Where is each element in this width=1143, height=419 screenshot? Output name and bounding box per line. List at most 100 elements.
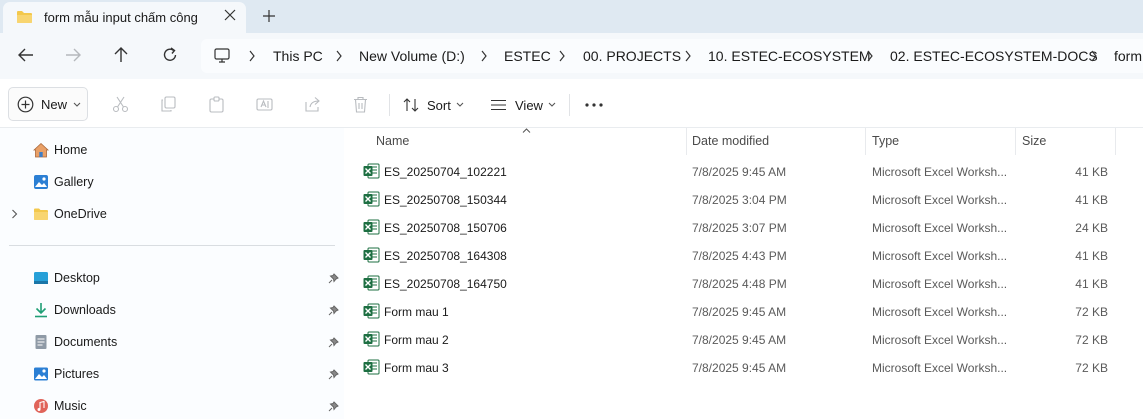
file-type: Microsoft Excel Worksh... [872, 193, 1008, 207]
column-header-type[interactable]: Type [872, 134, 899, 148]
chevron-down-icon [456, 102, 464, 107]
file-size: 41 KB [1075, 193, 1108, 207]
excel-file-icon [363, 191, 380, 207]
chevron-right-icon[interactable] [335, 50, 343, 62]
chevron-right-icon[interactable] [1090, 50, 1098, 62]
file-row[interactable]: Form mau 2 7/8/2025 9:45 AM Microsoft Ex… [344, 325, 1143, 353]
column-header-date-modified[interactable]: Date modified [692, 134, 769, 148]
back-arrow-icon[interactable] [17, 46, 35, 64]
close-tab-icon[interactable] [224, 9, 236, 21]
sidebar-item-desktop[interactable]: Desktop [0, 263, 344, 293]
file-name: ES_20250708_164308 [384, 249, 507, 263]
copy-icon[interactable] [160, 96, 177, 113]
excel-file-icon [363, 219, 380, 235]
file-row[interactable]: ES_20250708_150706 7/8/2025 3:07 PM Micr… [344, 213, 1143, 241]
sidebar-item-downloads[interactable]: Downloads [0, 295, 344, 325]
breadcrumb-estec[interactable]: ESTEC [504, 48, 551, 64]
file-row[interactable]: Form mau 3 7/8/2025 9:45 AM Microsoft Ex… [344, 353, 1143, 381]
file-row[interactable]: ES_20250708_164308 7/8/2025 4:43 PM Micr… [344, 241, 1143, 269]
view-button[interactable]: View [490, 96, 559, 114]
file-row[interactable]: ES_20250704_102221 7/8/2025 9:45 AM Micr… [344, 157, 1143, 185]
column-divider[interactable] [686, 128, 687, 155]
pin-icon[interactable] [328, 337, 339, 348]
file-name: Form mau 1 [384, 305, 449, 319]
file-size: 41 KB [1075, 165, 1108, 179]
file-row[interactable]: Form mau 1 7/8/2025 9:45 AM Microsoft Ex… [344, 297, 1143, 325]
column-divider[interactable] [1115, 128, 1116, 155]
breadcrumb-projects[interactable]: 00. PROJECTS [583, 48, 681, 64]
navigation-pane: Home Gallery OneDrive Desktop Downloads [0, 128, 344, 419]
sidebar-item-documents[interactable]: Documents [0, 327, 344, 357]
file-type: Microsoft Excel Worksh... [872, 221, 1008, 235]
pin-icon[interactable] [328, 305, 339, 316]
sidebar-item-onedrive[interactable]: OneDrive [0, 199, 344, 229]
refresh-icon[interactable] [161, 46, 179, 64]
view-list-icon [491, 99, 506, 111]
chevron-right-icon[interactable] [558, 50, 566, 62]
sidebar-item-gallery[interactable]: Gallery [0, 167, 344, 197]
breadcrumb-this-pc[interactable]: This PC [273, 48, 323, 64]
chevron-right-icon[interactable] [480, 50, 488, 62]
sidebar-item-label: Gallery [54, 175, 94, 189]
file-size: 72 KB [1075, 333, 1108, 347]
file-type: Microsoft Excel Worksh... [872, 361, 1008, 375]
chevron-right-icon[interactable] [684, 50, 692, 62]
gallery-icon [34, 175, 48, 189]
title-bar: form mẫu input chấm công [0, 0, 1143, 33]
breadcrumb-estec-ecosystem-docs[interactable]: 02. ESTEC-ECOSYSTEM-DOCS [890, 48, 1098, 64]
file-row[interactable]: ES_20250708_164750 7/8/2025 4:48 PM Micr… [344, 269, 1143, 297]
excel-file-icon [363, 275, 380, 291]
chevron-right-icon[interactable] [866, 50, 874, 62]
excel-file-icon [363, 163, 380, 179]
sort-button[interactable]: Sort [403, 96, 467, 114]
music-icon [34, 399, 48, 413]
breadcrumb-new-volume[interactable]: New Volume (D:) [359, 48, 465, 64]
sidebar-item-label: Home [54, 143, 88, 157]
tab-active[interactable]: form mẫu input chấm công [3, 2, 246, 33]
delete-icon[interactable] [352, 96, 369, 113]
column-divider[interactable] [1015, 128, 1016, 155]
share-icon[interactable] [304, 96, 321, 113]
breadcrumb-form[interactable]: form [1114, 48, 1142, 64]
breadcrumb-estec-ecosystem[interactable]: 10. ESTEC-ECOSYSTEM [708, 48, 871, 64]
pin-icon[interactable] [328, 273, 339, 284]
file-name: Form mau 3 [384, 361, 449, 375]
file-name: ES_20250708_150706 [384, 221, 507, 235]
file-date: 7/8/2025 9:45 AM [692, 361, 787, 375]
cut-icon[interactable] [112, 96, 129, 113]
file-type: Microsoft Excel Worksh... [872, 165, 1008, 179]
file-type: Microsoft Excel Worksh... [872, 249, 1008, 263]
file-name: ES_20250704_102221 [384, 165, 507, 179]
sidebar-item-label: Desktop [54, 271, 100, 285]
file-date: 7/8/2025 9:45 AM [692, 305, 787, 319]
column-header-name[interactable]: Name [376, 134, 409, 148]
paste-icon[interactable] [208, 96, 225, 113]
sidebar-item-pictures[interactable]: Pictures [0, 359, 344, 389]
chevron-right-icon[interactable] [11, 209, 18, 219]
new-tab-icon[interactable] [262, 9, 276, 23]
pin-icon[interactable] [328, 369, 339, 380]
new-button-label: New [41, 97, 68, 112]
chevron-right-icon [249, 50, 255, 62]
pin-icon[interactable] [328, 401, 339, 412]
command-bar: New Sort View [0, 79, 1143, 128]
sidebar-item-music[interactable]: Music [0, 391, 344, 419]
column-divider[interactable] [865, 128, 866, 155]
sidebar-divider [9, 245, 335, 246]
more-options-icon[interactable] [585, 103, 603, 107]
file-date: 7/8/2025 3:07 PM [692, 221, 787, 235]
view-label: View [515, 97, 543, 113]
new-button[interactable]: New [8, 87, 88, 121]
address-bar[interactable]: This PC New Volume (D:) ESTEC 00. PROJEC… [201, 39, 1143, 73]
home-icon [33, 142, 49, 158]
forward-arrow-icon[interactable] [64, 46, 82, 64]
sidebar-item-home[interactable]: Home [0, 135, 344, 165]
rename-icon[interactable] [256, 96, 273, 113]
file-size: 41 KB [1075, 249, 1108, 263]
up-arrow-icon[interactable] [112, 46, 130, 64]
sort-ascending-icon [522, 128, 531, 133]
column-header-size[interactable]: Size [1022, 134, 1046, 148]
file-row[interactable]: ES_20250708_150344 7/8/2025 3:04 PM Micr… [344, 185, 1143, 213]
file-date: 7/8/2025 4:43 PM [692, 249, 787, 263]
file-date: 7/8/2025 4:48 PM [692, 277, 787, 291]
